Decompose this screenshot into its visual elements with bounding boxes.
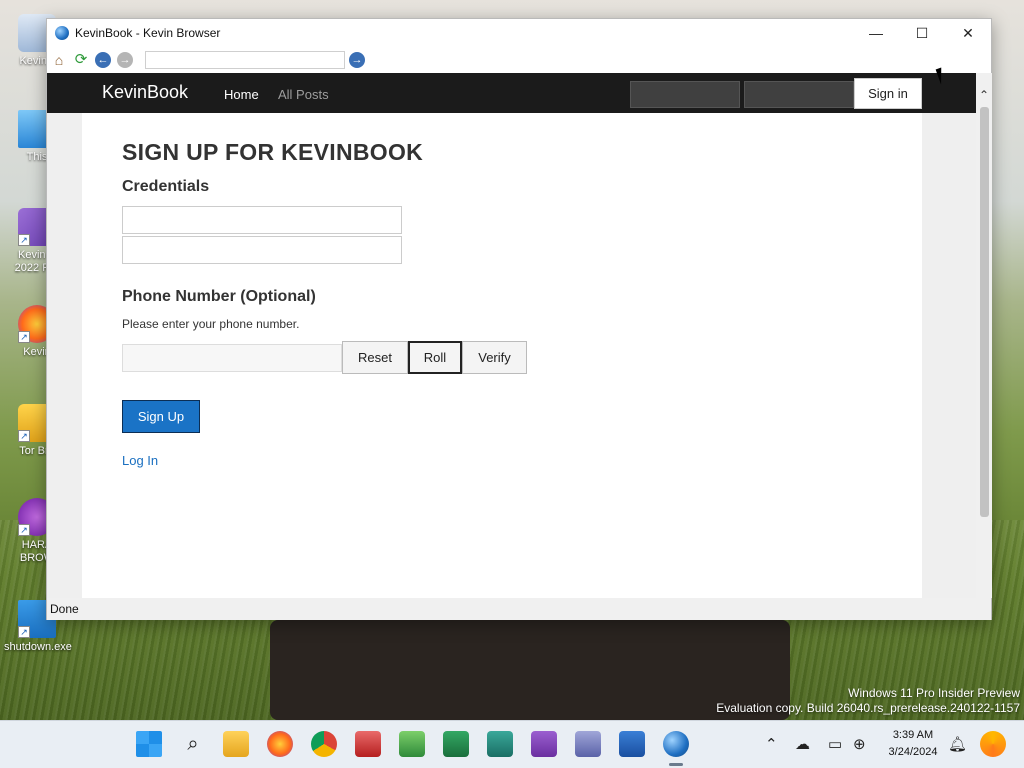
reset-button[interactable]: Reset	[342, 341, 408, 374]
file-explorer-icon[interactable]	[223, 731, 249, 757]
shortcut-arrow-icon: ↗	[18, 234, 30, 246]
log-in-link[interactable]: Log In	[122, 453, 158, 468]
horse-silhouette	[270, 620, 790, 720]
roll-button[interactable]: Roll	[408, 341, 462, 374]
navbar-password-input[interactable]	[744, 81, 854, 108]
onedrive-offline-icon[interactable]: ☁	[795, 735, 810, 753]
go-icon[interactable]: →	[349, 52, 365, 68]
close-icon: ✕	[962, 25, 974, 41]
app-icon[interactable]	[399, 731, 425, 757]
page-viewport: KevinBook Home All Posts Sign in SIGN UP…	[47, 73, 976, 598]
status-bar: Done	[47, 598, 991, 620]
forward-icon[interactable]: →	[117, 52, 133, 68]
start-icon[interactable]	[136, 731, 162, 757]
credentials-heading: Credentials	[122, 178, 210, 195]
search-icon[interactable]: ⌕	[180, 731, 206, 757]
navbar-username-input[interactable]	[630, 81, 740, 108]
site-navbar: KevinBook Home All Posts Sign in	[47, 73, 976, 113]
minimize-button[interactable]: —	[853, 19, 899, 47]
publisher-icon[interactable]	[487, 731, 513, 757]
excel-icon[interactable]	[443, 731, 469, 757]
sign-up-button[interactable]: Sign Up	[122, 400, 200, 433]
status-text: Done	[50, 602, 79, 616]
minimize-icon: —	[869, 25, 883, 41]
window-title: KevinBook - Kevin Browser	[75, 26, 221, 40]
back-icon[interactable]: ←	[95, 52, 111, 68]
shortcut-arrow-icon: ↗	[18, 524, 30, 536]
onenote-icon[interactable]	[531, 731, 557, 757]
word-icon[interactable]	[619, 731, 645, 757]
clock-time[interactable]: 3:39 AM	[880, 729, 946, 741]
username-field[interactable]	[122, 206, 402, 234]
chrome-icon[interactable]	[311, 731, 337, 757]
kevin-browser-globe-icon	[55, 26, 69, 40]
firefox-icon[interactable]	[267, 731, 293, 757]
refresh-icon[interactable]: ⟳	[73, 52, 89, 68]
maximize-button[interactable]: ☐	[899, 19, 945, 47]
network-icon[interactable]: ⊕	[853, 735, 866, 753]
acrobat-icon[interactable]	[355, 731, 381, 757]
copilot-icon[interactable]	[980, 731, 1006, 757]
password-field[interactable]	[122, 236, 402, 264]
chevron-up-icon[interactable]: ⌃	[765, 735, 778, 753]
clock-date[interactable]: 3/24/2024	[880, 746, 946, 758]
close-button[interactable]: ✕	[945, 19, 991, 47]
phone-number-heading: Phone Number (Optional)	[122, 288, 316, 305]
shortcut-arrow-icon: ↗	[18, 331, 30, 343]
address-bar-input[interactable]	[145, 51, 345, 69]
nav-link-all-posts[interactable]: All Posts	[278, 87, 329, 102]
horse-leg	[430, 620, 470, 720]
taskbar: ⌕ ⌃ ☁ ▭ ⊕ 3:39 AM 3/24/2024 🔔︎	[0, 720, 1024, 768]
kevin-browser-icon[interactable]	[663, 731, 689, 766]
browser-window: KevinBook - Kevin Browser — ☐ ✕ ⌂ ⟳ ← → …	[46, 18, 992, 620]
home-icon[interactable]: ⌂	[51, 52, 67, 68]
page-title: SIGN UP FOR KEVINBOOK	[122, 139, 424, 165]
sign-in-button[interactable]: Sign in	[854, 78, 922, 109]
phone-number-field[interactable]	[122, 344, 342, 372]
windows-watermark-line1: Windows 11 Pro Insider Preview	[848, 686, 1020, 700]
scroll-up-icon[interactable]: ⌃	[976, 87, 992, 103]
signup-content: SIGN UP FOR KEVINBOOK Credentials Phone …	[82, 113, 922, 598]
display-icon[interactable]: ▭	[828, 735, 842, 753]
scrollbar-thumb[interactable]	[980, 107, 989, 517]
windows-watermark-line2: Evaluation copy. Build 26040.rs_prerelea…	[716, 701, 1020, 715]
shortcut-arrow-icon: ↗	[18, 626, 30, 638]
access-icon[interactable]	[575, 731, 601, 757]
notification-bell-icon[interactable]: 🔔︎	[948, 735, 967, 753]
shortcut-arrow-icon: ↗	[18, 430, 30, 442]
title-bar[interactable]: KevinBook - Kevin Browser — ☐ ✕	[47, 19, 991, 47]
verify-button[interactable]: Verify	[462, 341, 527, 374]
phone-hint-text: Please enter your phone number.	[122, 317, 300, 331]
site-brand[interactable]: KevinBook	[102, 82, 188, 103]
browser-toolbar: ⌂ ⟳ ← → →	[47, 47, 991, 73]
maximize-icon: ☐	[915, 25, 929, 41]
nav-link-home[interactable]: Home	[224, 87, 259, 102]
vertical-scrollbar[interactable]: ⌃	[976, 73, 992, 598]
